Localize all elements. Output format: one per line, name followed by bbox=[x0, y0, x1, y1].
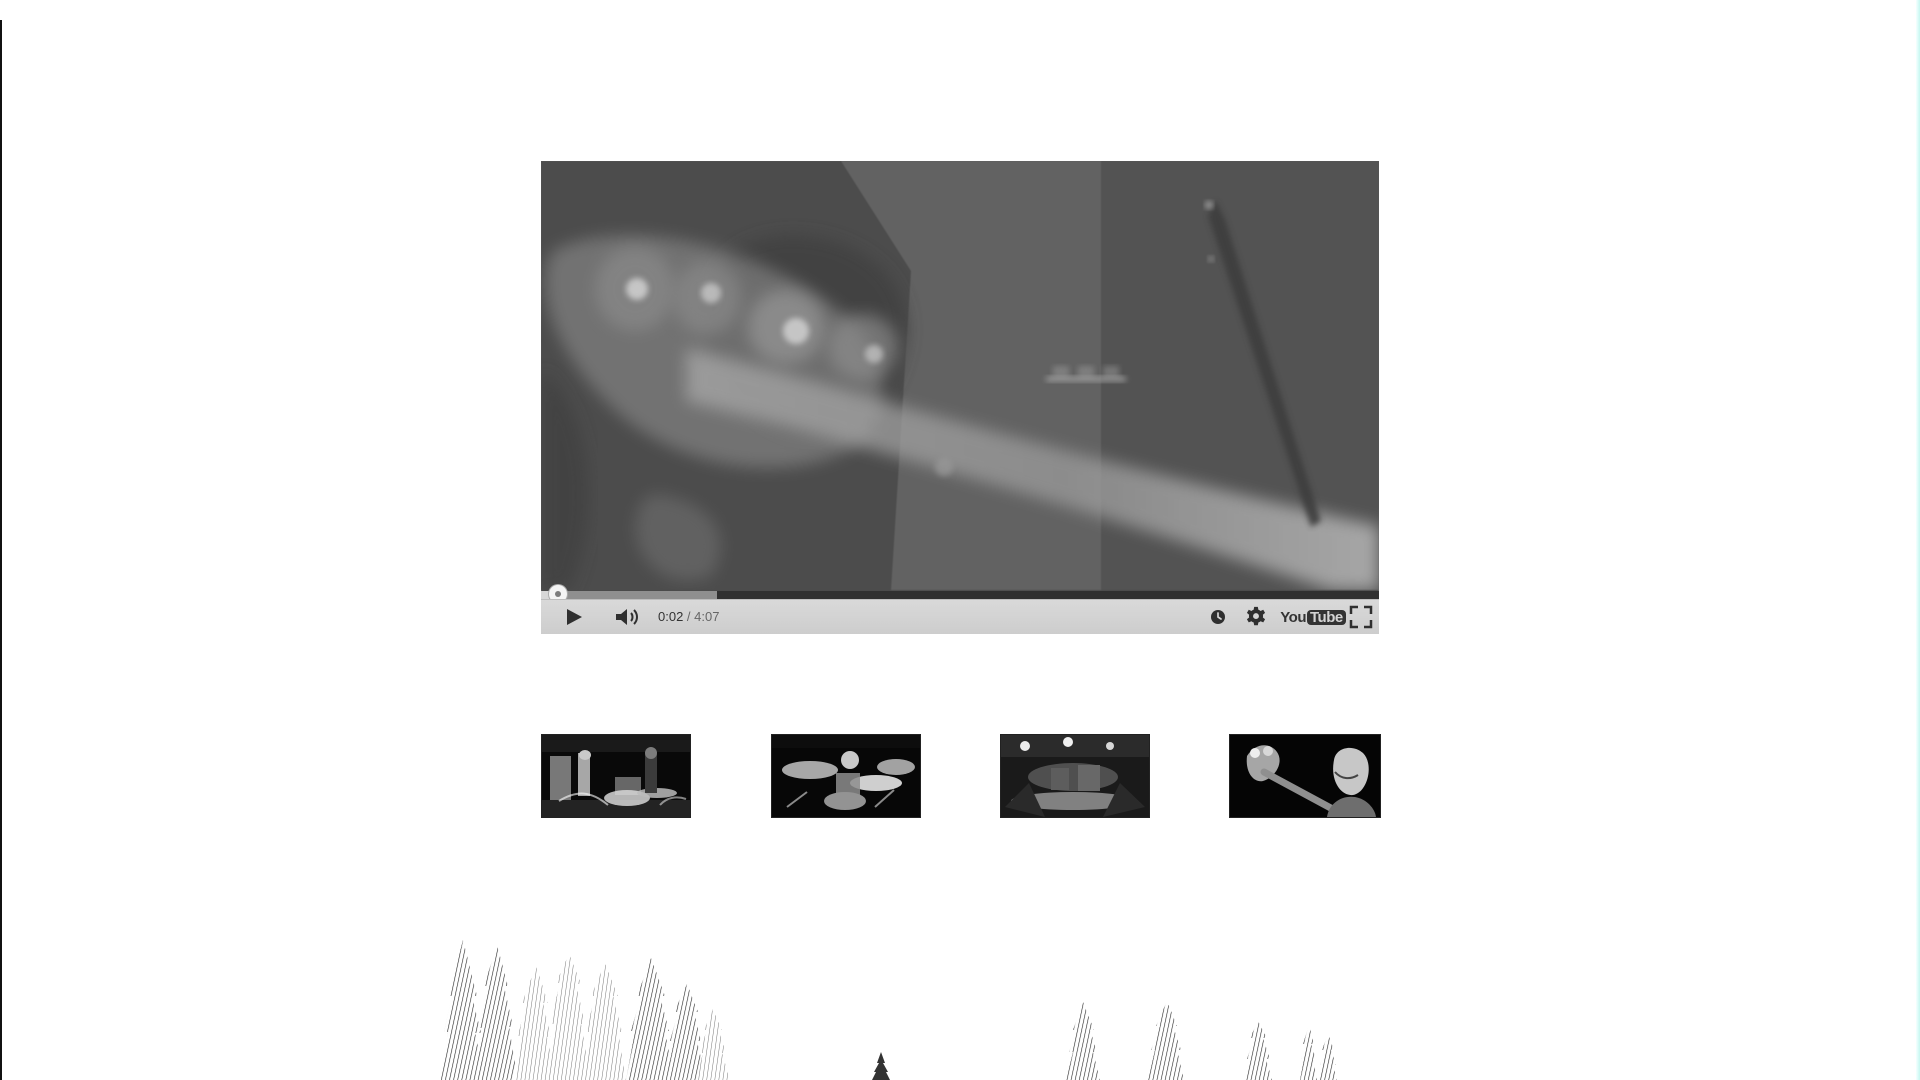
left-page-border bbox=[0, 20, 2, 1080]
settings-button[interactable] bbox=[1243, 600, 1269, 634]
volume-icon bbox=[616, 609, 638, 625]
time-display: 0:02 / 4:07 bbox=[658, 609, 719, 624]
live-stage-thumbnail[interactable] bbox=[1000, 734, 1150, 818]
drummer-image bbox=[772, 735, 920, 817]
youtube-logo[interactable]: You Tube bbox=[1280, 600, 1346, 634]
drummer-thumbnail[interactable] bbox=[771, 734, 921, 818]
play-button[interactable] bbox=[559, 600, 589, 634]
video-frame[interactable] bbox=[541, 161, 1379, 590]
forest-illustration bbox=[430, 920, 1460, 1080]
current-time: 0:02 bbox=[658, 609, 684, 624]
bassist-image bbox=[1230, 735, 1380, 817]
youtube-player[interactable]: 0:02 / 4:07 You Tube bbox=[541, 161, 1379, 634]
right-page-border bbox=[1916, 0, 1920, 1080]
youtube-you-text: You bbox=[1280, 608, 1306, 626]
video-still-image bbox=[541, 161, 1379, 590]
settings-icon bbox=[1246, 606, 1266, 626]
band-stage-image bbox=[542, 735, 690, 817]
fullscreen-button[interactable] bbox=[1346, 600, 1376, 634]
youtube-tube-text: Tube bbox=[1307, 609, 1346, 625]
total-duration: 4:07 bbox=[694, 609, 720, 624]
watch-later-icon bbox=[1211, 610, 1225, 624]
watch-later-button[interactable] bbox=[1206, 600, 1230, 634]
video-thumbnail-row bbox=[541, 734, 1381, 818]
bassist-thumbnail[interactable] bbox=[1229, 734, 1381, 818]
live-stage-image bbox=[1001, 735, 1149, 817]
player-controls: 0:02 / 4:07 You Tube bbox=[541, 599, 1379, 634]
play-icon bbox=[567, 609, 582, 625]
fullscreen-icon bbox=[1349, 605, 1373, 629]
pine-tree-silhouettes bbox=[440, 940, 1337, 1080]
volume-button[interactable] bbox=[611, 600, 645, 634]
time-separator: / bbox=[683, 609, 695, 624]
band-stage-thumbnail[interactable] bbox=[541, 734, 691, 818]
page: 0:02 / 4:07 You Tube bbox=[0, 0, 1920, 1080]
